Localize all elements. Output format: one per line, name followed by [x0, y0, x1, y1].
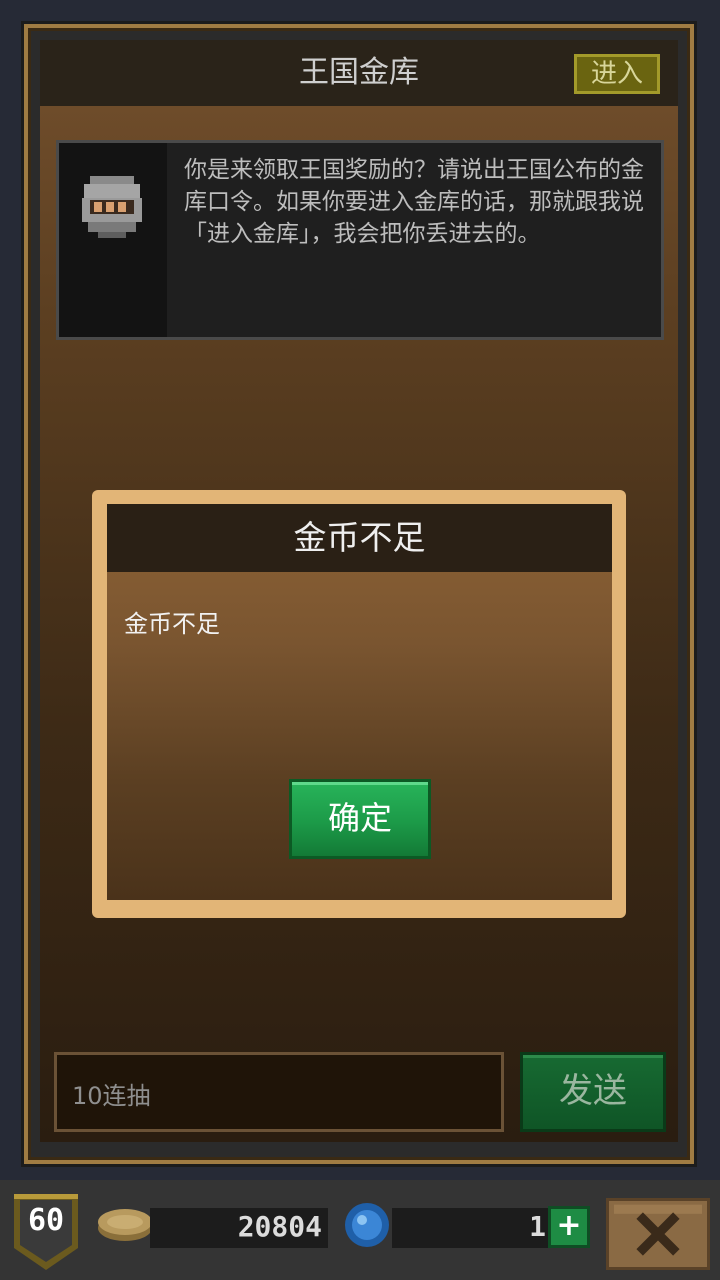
player-level: 60	[27, 1203, 65, 1238]
confirm-button[interactable]: 确定	[289, 779, 431, 859]
enter-button[interactable]: 进入	[574, 54, 660, 94]
chat-input-value: 10连抽	[72, 1082, 151, 1110]
gem-count: 1	[529, 1210, 546, 1243]
npc-message: 你是来领取王国奖励的？请说出王国公布的金库口令。如果你要进入金库的话，那就跟我说…	[184, 157, 644, 247]
knight-helmet-icon	[82, 176, 142, 238]
coin-count: 20804	[237, 1210, 322, 1243]
blue-gem-icon	[345, 1203, 389, 1247]
dialog-message: 金币不足	[124, 610, 220, 638]
gold-coin-icon	[98, 1209, 152, 1241]
send-button[interactable]: 发送	[520, 1052, 666, 1132]
plus-icon[interactable]: +	[548, 1206, 590, 1248]
close-icon[interactable]	[606, 1198, 710, 1270]
dialog-title: 金币不足	[293, 518, 426, 557]
